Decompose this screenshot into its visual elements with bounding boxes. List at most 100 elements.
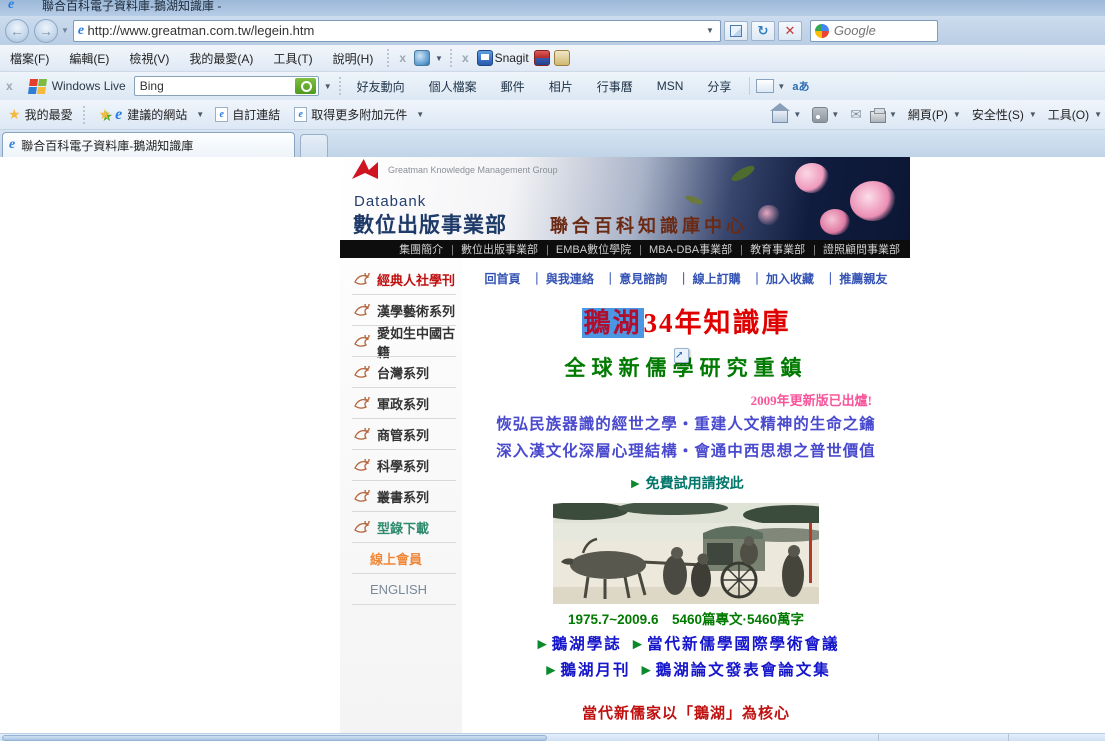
- windows-live-logo-icon: [27, 78, 47, 94]
- home-dropdown-icon[interactable]: ▼: [790, 110, 804, 119]
- rss-dropdown-icon[interactable]: ▼: [828, 110, 842, 119]
- sidebar-item-military[interactable]: 軍政系列: [340, 388, 462, 419]
- sidebar-item-ancient-books[interactable]: 愛如生中國古籍: [340, 326, 462, 360]
- read-mail-icon[interactable]: ✉: [850, 106, 862, 123]
- resource-links-row-2: ► 鵝湖月刊 ► 鵝湖論文發表會論文集: [462, 658, 910, 680]
- corp-link-mba-dba[interactable]: MBA-DBA事業部: [635, 241, 736, 257]
- safety-menu-button[interactable]: 安全性(S): [964, 106, 1026, 123]
- sidebar-item-online-member[interactable]: 線上會員: [340, 543, 462, 574]
- sidebar-item-taiwan[interactable]: 台灣系列: [340, 357, 462, 388]
- menu-edit[interactable]: 編輯(E): [59, 50, 119, 67]
- snagit-capture-icon[interactable]: [534, 50, 550, 66]
- menu-tools[interactable]: 工具(T): [263, 50, 322, 67]
- stop-button[interactable]: ✕: [777, 20, 802, 41]
- close-snagit-toolbar-button[interactable]: x: [456, 51, 475, 65]
- bird-icon: [354, 304, 370, 316]
- menu-view[interactable]: 檢視(V): [119, 50, 179, 67]
- bing-search-button[interactable]: [294, 78, 316, 94]
- url-dropdown-icon[interactable]: ▼: [702, 26, 718, 35]
- sidebar-item-english[interactable]: ENGLISH: [340, 574, 462, 605]
- forward-button[interactable]: →: [34, 18, 58, 43]
- menu-file[interactable]: 檔案(F): [0, 50, 59, 67]
- new-tab-button[interactable]: [300, 134, 328, 157]
- favorites-star-icon[interactable]: ★: [0, 106, 25, 123]
- address-bar-row: ← → ▼ e ▼ ↻ ✕: [0, 16, 1105, 45]
- link-legein-journal[interactable]: 鵝湖學誌: [552, 636, 622, 653]
- live-link-msn[interactable]: MSN: [645, 79, 696, 93]
- sidebar-item-science[interactable]: 科學系列: [340, 450, 462, 481]
- link-feedback[interactable]: 意見諮詢: [599, 272, 669, 286]
- back-button[interactable]: ←: [5, 18, 29, 43]
- tab-legein[interactable]: e 聯合百科電子資料庫-鵝湖知識庫: [2, 132, 295, 157]
- tab-favicon: e: [9, 137, 16, 152]
- refresh-button[interactable]: ↻: [750, 20, 775, 41]
- google-search-box[interactable]: [809, 19, 938, 42]
- link-home[interactable]: 回首頁: [483, 272, 523, 286]
- url-input[interactable]: [87, 23, 702, 38]
- link-online-order[interactable]: 線上訂購: [673, 272, 743, 286]
- compatibility-view-button[interactable]: [723, 20, 748, 41]
- bing-search-box[interactable]: [133, 76, 319, 96]
- live-link-photos[interactable]: 相片: [537, 78, 585, 95]
- horizontal-scrollbar[interactable]: [0, 733, 1105, 741]
- link-contact[interactable]: 與我連絡: [526, 272, 596, 286]
- sidebar-item-series[interactable]: 叢書系列: [340, 481, 462, 512]
- print-dropdown-icon[interactable]: ▼: [886, 110, 900, 119]
- live-link-mail[interactable]: 郵件: [489, 78, 537, 95]
- bing-search-input[interactable]: [139, 79, 295, 93]
- corp-link-digital-publishing[interactable]: 數位出版事業部: [447, 241, 542, 257]
- get-addons-button[interactable]: 取得更多附加元件: [311, 106, 413, 123]
- tools-menu-button[interactable]: 工具(O): [1040, 106, 1091, 123]
- live-link-share[interactable]: 分享: [695, 78, 743, 95]
- translate-icon[interactable]: aあ: [788, 78, 813, 94]
- google-search-input[interactable]: [833, 23, 933, 38]
- get-addons-dropdown-icon[interactable]: ▼: [413, 110, 427, 119]
- browser-window: e 聯合百科電子資料庫-鵝湖知識庫 - ← → ▼ e ▼ ↻ ✕ 檔案(F) …: [0, 0, 1105, 741]
- link-add-favorite[interactable]: 加入收藏: [746, 272, 816, 286]
- corp-link-certification[interactable]: 證照顧問事業部: [809, 241, 904, 257]
- address-bar[interactable]: e ▼: [72, 19, 721, 42]
- accelerator-icon[interactable]: ↗: [674, 348, 689, 363]
- close-live-toolbar-button[interactable]: x: [0, 79, 19, 93]
- page-menu-button[interactable]: 網頁(P): [900, 106, 950, 123]
- snagit-window-icon[interactable]: [476, 50, 493, 66]
- link-paper-collection[interactable]: 鵝湖論文發表會論文集: [656, 662, 831, 679]
- live-link-calendar[interactable]: 行事曆: [585, 78, 645, 95]
- bing-dropdown-icon[interactable]: ▼: [321, 82, 335, 91]
- live-link-friends[interactable]: 好友動向: [345, 78, 417, 95]
- print-icon[interactable]: [869, 107, 886, 123]
- sidebar-item-business[interactable]: 商管系列: [340, 419, 462, 450]
- sidebar-item-catalog-download[interactable]: 型錄下載: [340, 512, 462, 543]
- statusbar-divider: [878, 734, 879, 741]
- sidebar-item-classic-journals[interactable]: 經典人社學刊: [340, 264, 462, 295]
- adobe-pdf-icon[interactable]: [414, 50, 431, 66]
- update-note: 2009年更新版已出爐!: [750, 393, 872, 408]
- link-legein-monthly[interactable]: 鵝湖月刊: [561, 662, 631, 679]
- corp-link-emba[interactable]: EMBA數位學院: [542, 241, 635, 257]
- suggested-sites-button[interactable]: 建議的網站: [122, 106, 193, 123]
- live-form-icon[interactable]: [756, 79, 775, 93]
- favorites-button[interactable]: 我的最愛: [25, 106, 79, 123]
- favorites-bar: ★ 我的最愛 ★ e 建議的網站 ▼ e 自訂連結 e 取得更多附加元件 ▼ ▼…: [0, 100, 1105, 130]
- sidebar-item-sinology-art[interactable]: 漢學藝術系列: [340, 295, 462, 326]
- history-dropdown-icon[interactable]: ▼: [61, 26, 69, 35]
- menu-favorites[interactable]: 我的最愛(A): [179, 50, 263, 67]
- suggested-sites-dropdown-icon[interactable]: ▼: [193, 110, 207, 119]
- menu-help[interactable]: 說明(H): [323, 50, 384, 67]
- free-trial-link[interactable]: ► 免費試用請按此: [462, 473, 910, 493]
- close-adobe-toolbar-button[interactable]: x: [393, 51, 412, 65]
- corp-link-about[interactable]: 集團簡介: [395, 241, 447, 257]
- snagit-profile-icon[interactable]: [554, 50, 570, 66]
- adobe-dropdown-icon[interactable]: ▼: [432, 54, 446, 63]
- custom-links-button[interactable]: 自訂連結: [232, 106, 286, 123]
- link-confucian-conference[interactable]: 當代新儒學國際學術會議: [647, 636, 840, 653]
- corp-link-education[interactable]: 教育事業部: [736, 241, 809, 257]
- rss-feed-icon[interactable]: [812, 106, 829, 123]
- toolbar-separator: [749, 77, 751, 95]
- home-icon[interactable]: [770, 102, 791, 123]
- scrollbar-thumb[interactable]: [2, 735, 547, 741]
- link-recommend[interactable]: 推薦親友: [819, 272, 889, 286]
- add-favorite-icon[interactable]: ★: [89, 106, 116, 123]
- live-form-dropdown-icon[interactable]: ▼: [774, 82, 788, 91]
- live-link-profile[interactable]: 個人檔案: [417, 78, 489, 95]
